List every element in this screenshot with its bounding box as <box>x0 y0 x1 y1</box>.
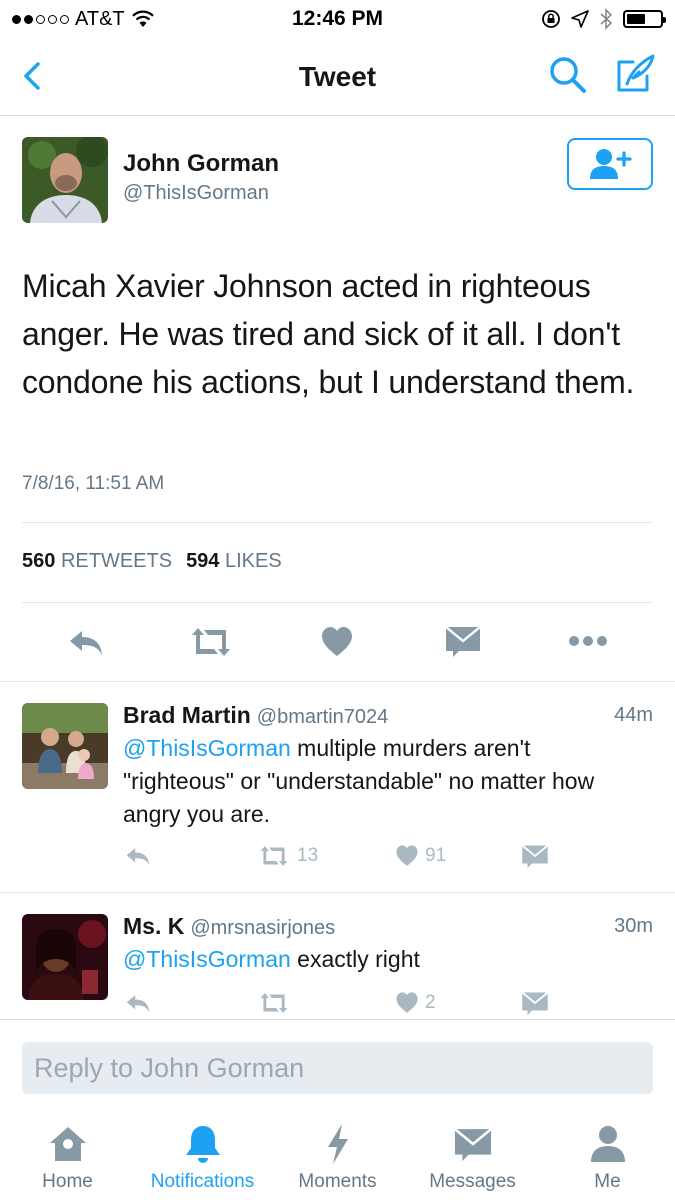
more-options-icon[interactable] <box>568 635 608 647</box>
reply-action[interactable] <box>123 991 153 1015</box>
status-right <box>541 8 666 30</box>
tab-label: Me <box>594 1171 621 1192</box>
tab-bar: Home Notifications Moments Messages Me <box>0 1109 675 1200</box>
reply-tweet[interactable]: Brad Martin @bmartin7024 44m @ThisIsGorma… <box>0 682 675 892</box>
home-icon <box>49 1127 86 1161</box>
reply-author[interactable]: Brad Martin @bmartin7024 <box>123 702 388 729</box>
tab-label: Messages <box>429 1171 516 1192</box>
retweets-count: 560 <box>22 550 56 572</box>
reply-avatar[interactable] <box>22 703 108 789</box>
reply-time: 44m <box>614 704 653 726</box>
tab-label: Moments <box>298 1171 377 1192</box>
like-action[interactable]: 91 <box>395 844 446 868</box>
reply-body: exactly right <box>290 946 420 972</box>
direct-message-icon <box>521 991 549 1015</box>
lightning-icon <box>327 1124 348 1164</box>
tweet-actions <box>0 615 675 669</box>
reply-author[interactable]: Ms. K @mrsnasirjones <box>123 913 335 940</box>
retweet-action[interactable] <box>257 991 291 1015</box>
reply-author-handle: @mrsnasirjones <box>190 917 336 939</box>
follow-button[interactable] <box>567 138 653 190</box>
retweet-icon[interactable] <box>188 625 234 659</box>
message-action[interactable] <box>521 844 549 868</box>
reply-text: @ThisIsGorman exactly right <box>123 943 643 976</box>
reply-action[interactable] <box>123 844 153 868</box>
like-count: 2 <box>425 992 436 1013</box>
tab-home[interactable]: Home <box>0 1109 135 1200</box>
tab-me[interactable]: Me <box>540 1109 675 1200</box>
reply-avatar[interactable] <box>22 914 108 1000</box>
reply-author-name: Ms. K <box>123 913 185 939</box>
reply-icon <box>126 848 150 866</box>
reply-actions: 2 <box>123 991 643 1019</box>
tab-notifications[interactable]: Notifications <box>135 1109 270 1200</box>
signal-strength-icon <box>12 14 69 24</box>
tweet-text: Micah Xavier Johnson acted in righteous … <box>22 268 635 400</box>
likes-label: LIKES <box>225 550 282 572</box>
chevron-left-icon[interactable] <box>14 56 54 96</box>
reply-icon <box>126 995 150 1013</box>
reply-author-handle: @bmartin7024 <box>256 706 389 728</box>
mention-link[interactable]: @ThisIsGorman <box>123 946 291 972</box>
wifi-icon <box>131 10 154 27</box>
direct-message-icon <box>521 844 549 868</box>
retweets-stat[interactable]: 560 RETWEETS <box>22 550 172 573</box>
message-action[interactable] <box>521 991 549 1015</box>
author-name[interactable]: John Gorman <box>123 150 279 178</box>
divider <box>22 602 653 603</box>
tweet-timestamp: 7/8/16, 11:51 AM <box>22 473 165 494</box>
tab-label: Notifications <box>150 1171 255 1192</box>
reply-bar <box>0 1019 675 1109</box>
reply-actions: 13 91 <box>123 844 643 874</box>
like-icon <box>396 992 418 1013</box>
like-count: 91 <box>425 845 447 866</box>
tab-label: Home <box>42 1171 93 1192</box>
tweet-stats: 560 RETWEETS 594 LIKES <box>22 550 282 573</box>
author-avatar[interactable] <box>22 137 108 223</box>
likes-count: 594 <box>186 550 220 572</box>
page-title: Tweet <box>298 60 377 92</box>
retweets-label: RETWEETS <box>60 550 173 572</box>
person-icon <box>590 1126 625 1162</box>
reply-input[interactable] <box>22 1042 653 1094</box>
reply-text: @ThisIsGorman multiple murders aren't "r… <box>123 732 643 831</box>
location-arrow-icon <box>571 10 589 28</box>
carrier-label: AT&T <box>75 7 125 30</box>
add-person-icon <box>590 149 632 179</box>
envelope-icon <box>453 1128 492 1161</box>
direct-message-icon[interactable] <box>445 625 481 657</box>
reply-tweet[interactable]: Ms. K @mrsnasirjones 30m @ThisIsGorman ex… <box>0 893 675 1019</box>
retweet-icon <box>260 993 288 1013</box>
like-action[interactable]: 2 <box>395 991 436 1015</box>
divider <box>22 522 653 523</box>
like-icon <box>396 845 418 866</box>
author-handle[interactable]: @ThisIsGorman <box>123 182 269 205</box>
likes-stat[interactable]: 594 LIKES <box>186 550 282 573</box>
mention-link[interactable]: @ThisIsGorman <box>123 735 291 761</box>
battery-icon <box>623 10 666 28</box>
nav-bar: Tweet <box>0 38 675 116</box>
bell-icon <box>185 1126 220 1163</box>
rotation-lock-icon <box>542 10 560 28</box>
retweet-icon <box>260 846 288 866</box>
search-icon[interactable] <box>547 54 589 96</box>
retweet-action[interactable]: 13 <box>257 844 318 868</box>
bluetooth-icon <box>600 8 613 30</box>
reply-author-name: Brad Martin <box>123 702 251 728</box>
reply-time: 30m <box>614 915 653 937</box>
tab-messages[interactable]: Messages <box>405 1109 540 1200</box>
like-icon[interactable] <box>320 625 354 659</box>
retweet-count: 13 <box>297 845 319 866</box>
status-bar: AT&T 12:46 PM <box>0 0 675 38</box>
compose-icon[interactable] <box>613 52 657 96</box>
reply-icon[interactable] <box>66 625 106 659</box>
status-left: AT&T <box>12 8 541 31</box>
tab-moments[interactable]: Moments <box>270 1109 405 1200</box>
